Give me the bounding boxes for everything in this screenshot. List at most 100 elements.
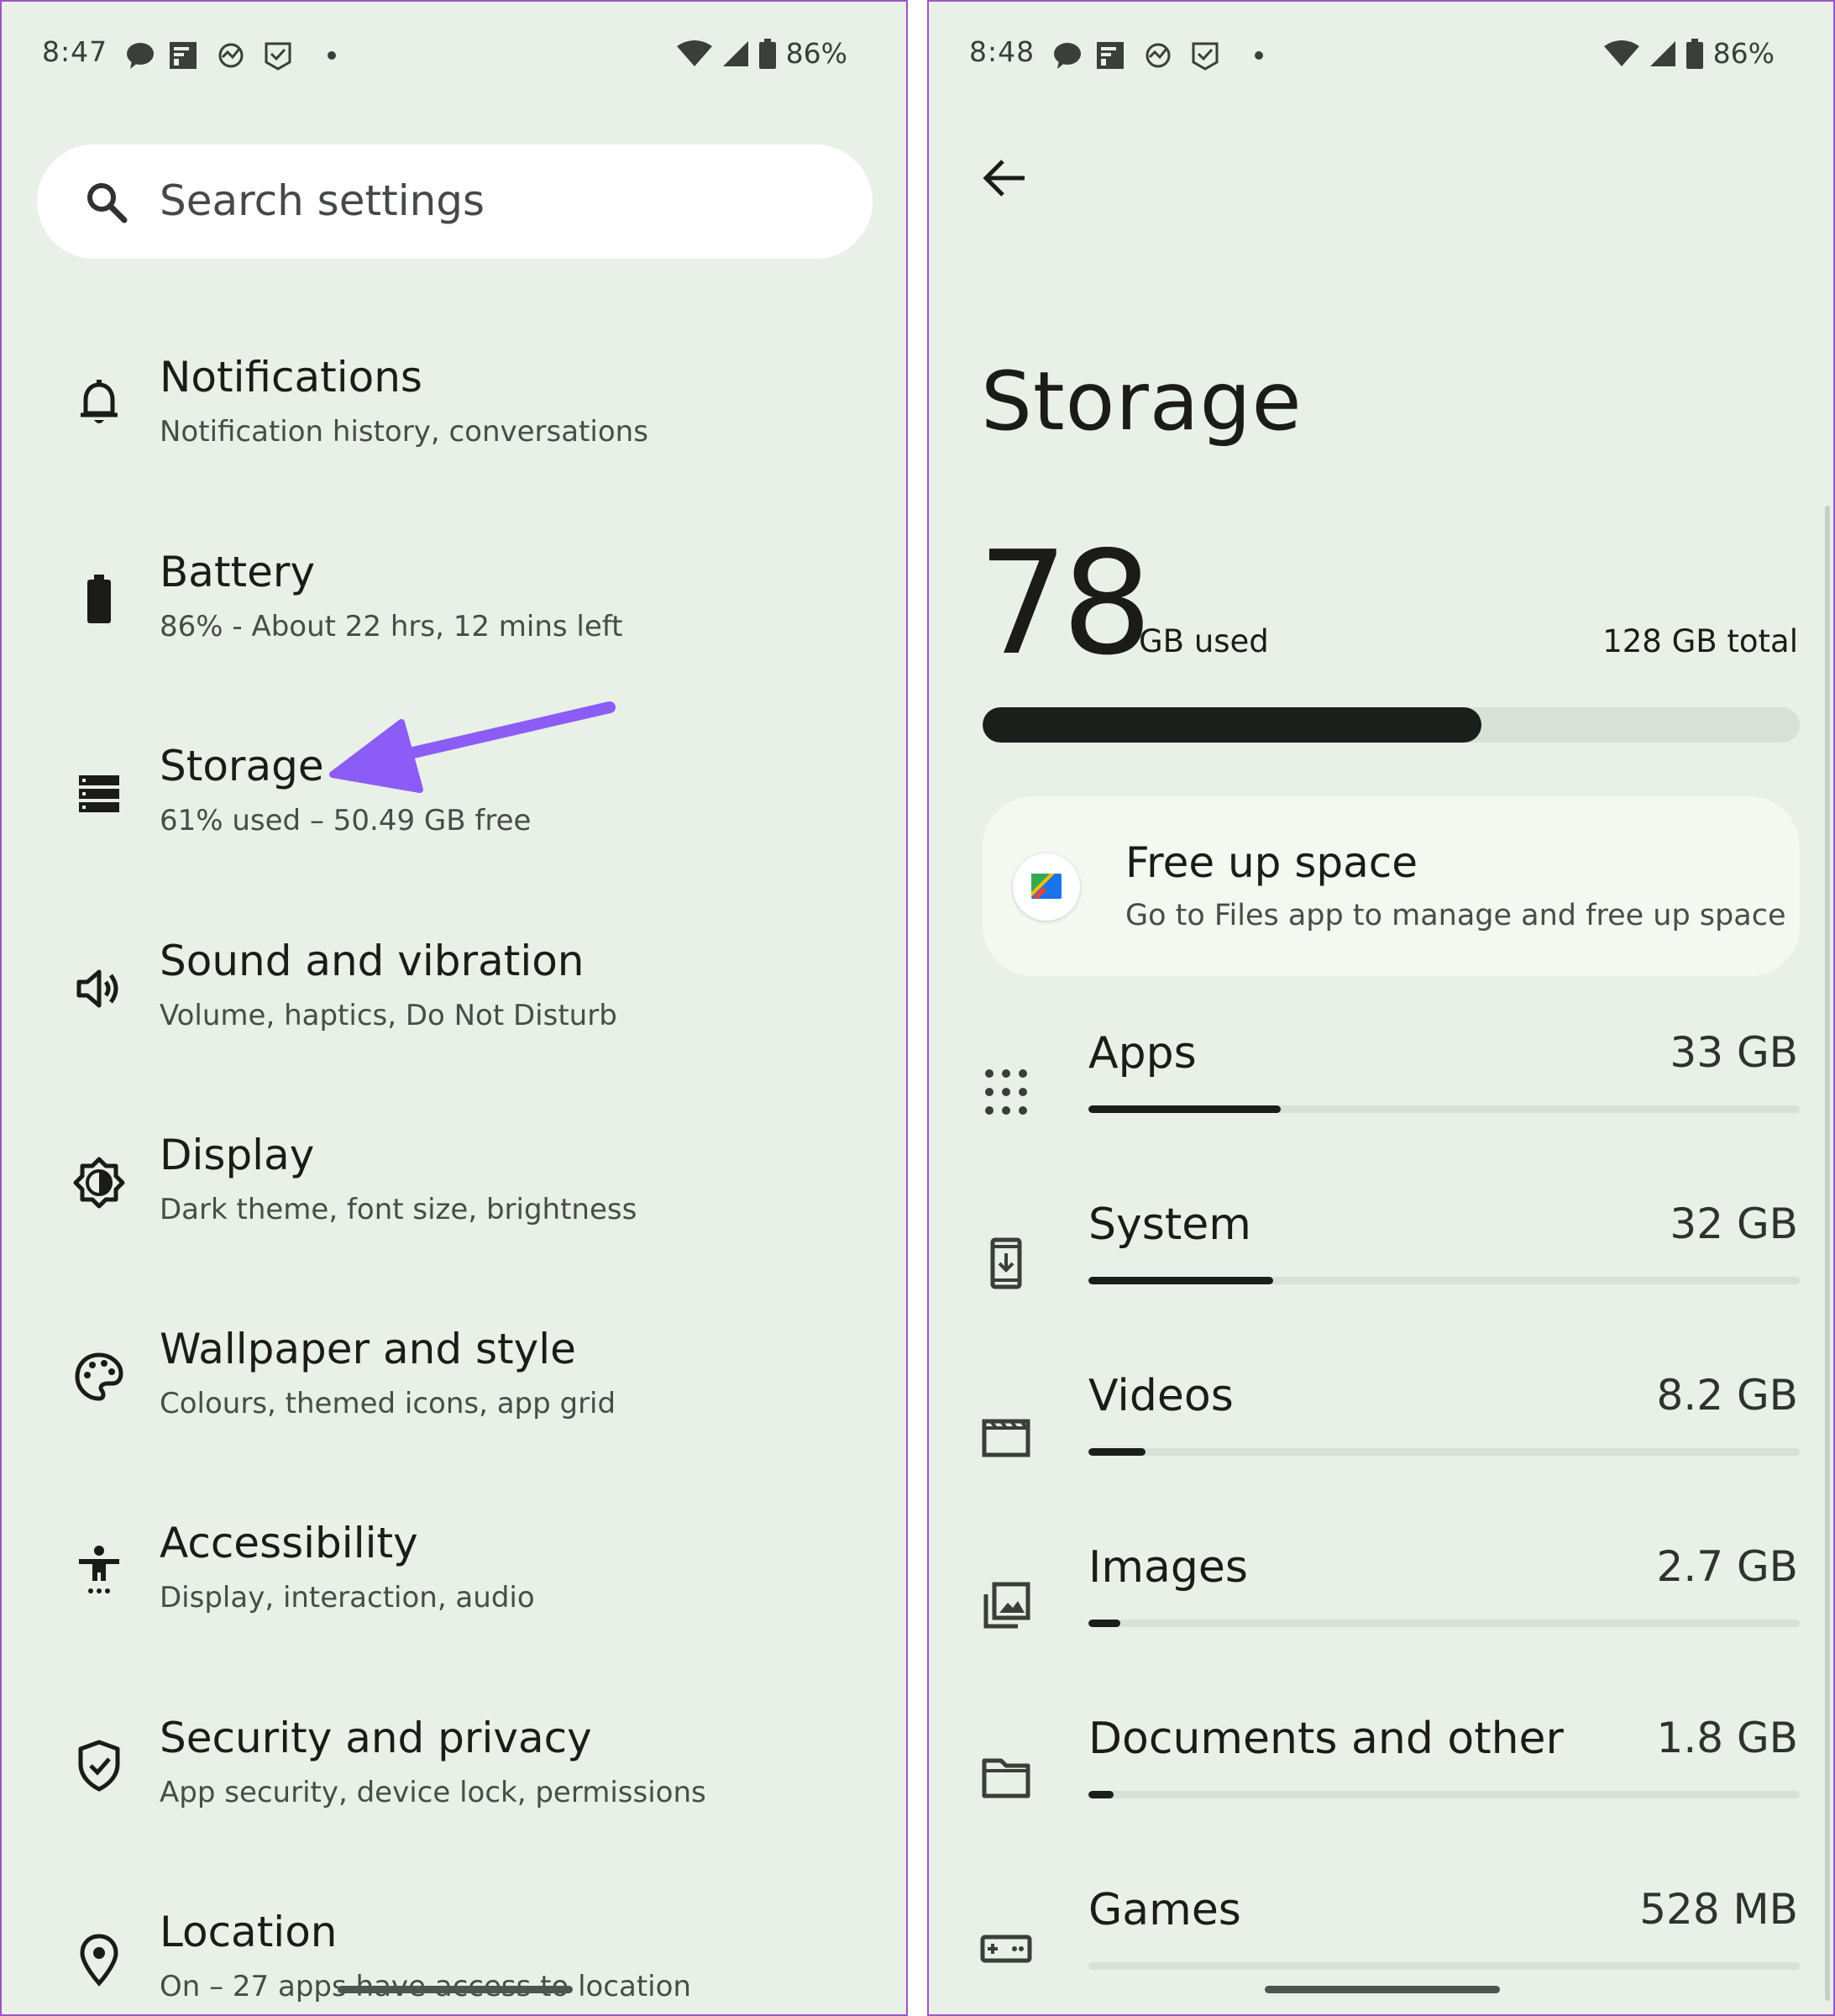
settings-item-title: Wallpaper and style [160, 1325, 576, 1373]
search-icon [87, 183, 128, 223]
settings-screen: 8:47 86% Search settings Notifications N… [0, 0, 908, 2016]
battery-status-icon [1686, 38, 1704, 69]
cellular-signal-icon [1649, 40, 1675, 66]
status-bar: 8:47 86% [2, 27, 906, 86]
settings-item-title: Battery [160, 548, 316, 596]
settings-item-sound[interactable]: Sound and vibration Volume, haptics, Do … [2, 937, 906, 1105]
shield-icon [78, 1740, 120, 1792]
settings-item-subtitle: Notification history, conversations [160, 415, 648, 449]
accessibility-icon [79, 1546, 119, 1593]
bell-icon [81, 380, 118, 423]
category-bar-fill [1088, 1791, 1114, 1798]
status-right: 86% [1604, 35, 1775, 70]
category-bar [1088, 1962, 1800, 1970]
storage-category-videos[interactable]: Videos 8.2 GB [929, 1371, 1833, 1539]
settings-item-subtitle: 86% - About 22 hrs, 12 mins left [160, 610, 623, 643]
category-bar [1088, 1448, 1800, 1456]
search-bar[interactable]: Search settings [37, 144, 873, 259]
files-app-icon [1013, 853, 1080, 921]
category-bar-fill [1088, 1620, 1121, 1627]
free-up-subtitle: Go to Files app to manage and free up sp… [1125, 899, 1786, 932]
settings-item-title: Storage [160, 742, 324, 790]
category-size: 2.7 GB [1656, 1542, 1798, 1591]
news-app-icon [170, 42, 197, 69]
storage-icon [79, 775, 119, 812]
settings-item-title: Location [160, 1908, 338, 1956]
total-capacity: 128 GB total [1602, 623, 1798, 659]
storage-category-games[interactable]: Games 528 MB [929, 1885, 1833, 2014]
back-arrow-icon[interactable] [971, 144, 1038, 212]
page-title: Storage [981, 354, 1303, 449]
chat-bubble-icon [1054, 43, 1081, 69]
free-up-space-card[interactable]: Free up space Go to Files app to manage … [983, 796, 1800, 976]
category-bar [1088, 1791, 1800, 1798]
location-pin-icon [80, 1934, 118, 1987]
activity-icon [218, 43, 244, 68]
battery-status-icon [759, 38, 777, 69]
storage-screen: 8:48 86% Storage 78 GB used 128 GB total… [927, 0, 1835, 2016]
settings-item-title: Notifications [160, 353, 422, 402]
status-right: 86% [677, 35, 847, 70]
activity-icon [1146, 43, 1171, 68]
scrollbar[interactable] [1825, 506, 1830, 2001]
more-dot-icon [328, 51, 336, 60]
chat-bubble-icon [127, 43, 154, 69]
settings-item-title: Display [160, 1131, 315, 1179]
badge-icon [1192, 42, 1219, 71]
storage-category-system[interactable]: System 32 GB [929, 1200, 1833, 1368]
category-label: Apps [1088, 1028, 1197, 1079]
folder-icon [982, 1758, 1030, 1798]
settings-item-title: Security and privacy [160, 1714, 592, 1762]
gesture-nav-handle[interactable] [1265, 1986, 1500, 1993]
system-update-icon [990, 1237, 1022, 1289]
gamepad-icon [980, 1935, 1032, 1963]
video-clapper-icon [982, 1419, 1030, 1457]
storage-category-apps[interactable]: Apps 33 GB [929, 1028, 1833, 1196]
settings-item-subtitle: App security, device lock, permissions [160, 1776, 706, 1809]
gesture-nav-handle[interactable] [338, 1986, 573, 1993]
category-bar [1088, 1620, 1800, 1627]
category-bar [1088, 1277, 1800, 1284]
category-bar-fill [1088, 1277, 1274, 1284]
badge-icon [265, 42, 291, 71]
brightness-icon [73, 1157, 125, 1209]
storage-usage-fill [983, 707, 1481, 743]
category-size: 8.2 GB [1656, 1371, 1798, 1420]
category-label: Games [1088, 1885, 1241, 1935]
category-label: Documents and other [1088, 1714, 1564, 1764]
speaker-icon [76, 969, 118, 1008]
battery-percent: 86% [785, 37, 847, 70]
settings-item-accessibility[interactable]: Accessibility Display, interaction, audi… [2, 1519, 906, 1687]
settings-item-subtitle: Display, interaction, audio [160, 1581, 535, 1614]
settings-item-title: Accessibility [160, 1519, 418, 1567]
status-time: 8:47 [42, 35, 108, 68]
settings-item-security[interactable]: Security and privacy App security, devic… [2, 1714, 906, 1882]
wifi-icon [677, 39, 713, 66]
storage-usage-bar [983, 707, 1800, 743]
settings-item-wallpaper[interactable]: Wallpaper and style Colours, themed icon… [2, 1325, 906, 1493]
category-size: 33 GB [1670, 1028, 1798, 1077]
category-bar-fill [1088, 1448, 1146, 1456]
settings-item-location[interactable]: Location On – 27 apps have access to loc… [2, 1908, 906, 2014]
settings-item-subtitle: Colours, themed icons, app grid [160, 1387, 616, 1420]
free-up-title: Free up space [1125, 838, 1418, 887]
battery-icon [87, 575, 111, 623]
category-size: 528 MB [1639, 1885, 1798, 1934]
settings-item-notifications[interactable]: Notifications Notification history, conv… [2, 353, 906, 521]
settings-item-display[interactable]: Display Dark theme, font size, brightnes… [2, 1131, 906, 1299]
wifi-icon [1604, 39, 1640, 66]
battery-percent: 86% [1712, 37, 1775, 70]
category-label: System [1088, 1200, 1251, 1250]
storage-category-documents[interactable]: Documents and other 1.8 GB [929, 1714, 1833, 1882]
notification-icons [1051, 39, 1269, 76]
status-time: 8:48 [969, 35, 1035, 68]
category-size: 1.8 GB [1656, 1714, 1798, 1762]
settings-item-subtitle: Dark theme, font size, brightness [160, 1193, 637, 1226]
notification-icons [123, 39, 342, 76]
storage-category-images[interactable]: Images 2.7 GB [929, 1542, 1833, 1710]
category-label: Videos [1088, 1371, 1234, 1421]
status-bar: 8:48 86% [929, 27, 1833, 86]
category-bar [1088, 1105, 1800, 1113]
category-bar-fill [1088, 1105, 1281, 1113]
annotation-arrow [329, 701, 616, 793]
